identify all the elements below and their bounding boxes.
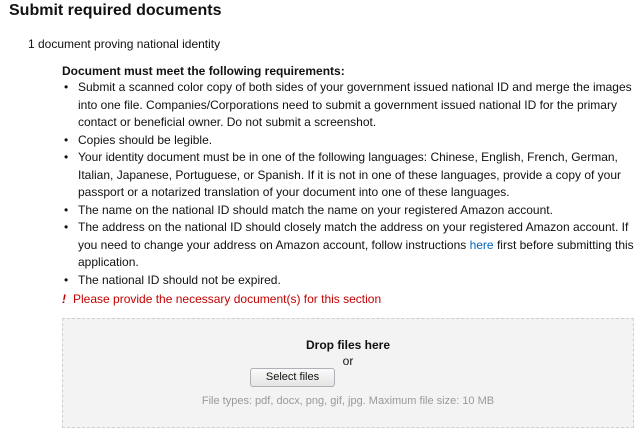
requirement-item: • The national ID should not be expired. — [62, 272, 634, 290]
requirement-item: • Copies should be legible. — [62, 132, 634, 150]
requirement-text: Submit a scanned color copy of both side… — [78, 80, 632, 129]
requirement-text: Your identity document must be in one of… — [78, 150, 622, 199]
error-message: ! Please provide the necessary document(s… — [62, 291, 381, 307]
requirement-item: • Your identity document must be in one … — [62, 149, 634, 202]
file-types-hint: File types: pdf, docx, png, gif, jpg. Ma… — [201, 395, 495, 407]
requirement-item: • The address on the national ID should … — [62, 219, 634, 272]
dropzone-or: or — [342, 354, 354, 368]
bullet-icon: • — [64, 150, 69, 164]
error-icon: ! — [62, 292, 66, 306]
bullet-icon: • — [64, 220, 69, 234]
bullet-icon: • — [64, 132, 69, 147]
requirement-text: Copies should be legible. — [78, 132, 213, 147]
bullet-icon: • — [64, 80, 69, 94]
requirement-text: The name on the national ID should match… — [78, 202, 553, 217]
document-requirement-subtitle: 1 document proving national identity — [28, 37, 221, 51]
select-files-button[interactable]: Select files — [250, 368, 335, 387]
error-text: Please provide the necessary document(s)… — [73, 292, 382, 306]
requirements-heading: Document must meet the following require… — [62, 64, 345, 78]
address-instructions-link[interactable]: here — [470, 238, 494, 252]
page-title: Submit required documents — [9, 2, 222, 19]
requirements-section: Document must meet the following require… — [62, 63, 634, 289]
file-dropzone[interactable]: Drop files here or Select files File typ… — [62, 318, 634, 428]
bullet-icon: • — [64, 202, 69, 217]
dropzone-title: Drop files here — [305, 338, 391, 352]
requirement-item: • The name on the national ID should mat… — [62, 202, 634, 220]
requirement-item: • Submit a scanned color copy of both si… — [62, 79, 634, 132]
bullet-icon: • — [64, 272, 69, 287]
requirements-list: • Submit a scanned color copy of both si… — [62, 79, 634, 289]
requirement-text: The national ID should not be expired. — [78, 272, 281, 287]
